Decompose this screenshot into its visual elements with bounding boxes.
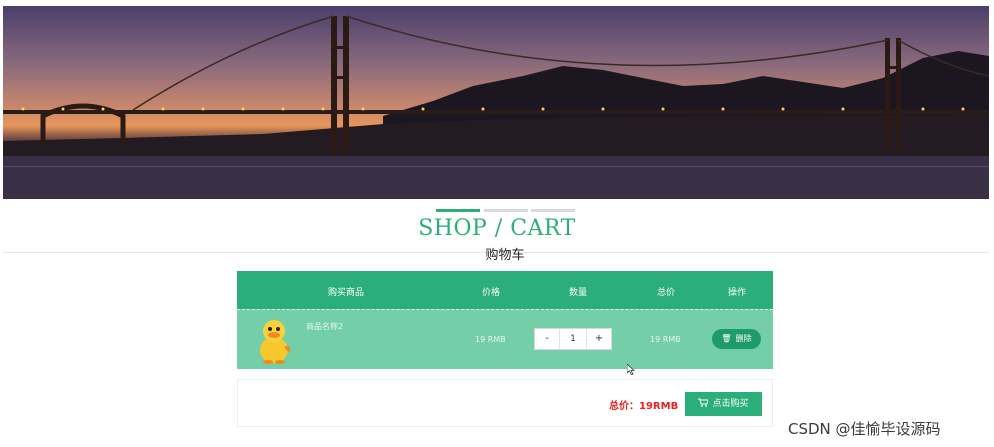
cart-row: 商品名称2 19 RMB - 1 + 19 RMB 🗑 删除 [237,309,773,369]
grand-total: 总价：19RMB [609,401,679,412]
qty-plus-button[interactable]: + [586,329,611,349]
mouse-cursor-icon [627,364,635,375]
trash-icon: 🗑 [721,334,732,343]
header-qty: 数量 [569,288,588,298]
delete-label: 删除 [735,334,752,343]
cart-summary: 总价：19RMB 点击购买 [237,379,773,427]
line-total: 19 RMB [650,335,681,344]
qty-input[interactable]: 1 [559,329,587,349]
watermark: CSDN @佳愉毕设源码 [788,420,941,438]
page-title-zh: 购物车 [485,248,525,263]
buy-label: 点击购买 [712,399,749,409]
product-price: 19 RMB [475,335,506,344]
buy-button[interactable]: 点击购买 [685,392,762,416]
hero-banner [3,6,989,199]
bridge-photo [3,15,989,199]
duck-product-image[interactable] [256,317,292,365]
slide-indicator-2[interactable] [484,209,528,212]
delete-button[interactable]: 🗑 删除 [712,329,761,349]
header-total: 总价 [657,288,676,298]
qty-minus-button[interactable]: - [535,329,560,349]
header-price: 价格 [482,288,501,298]
cart-icon [698,398,710,407]
slide-indicator-3[interactable] [531,209,575,212]
page-title-en: SHOP / CART [418,216,576,241]
quantity-stepper: - 1 + [534,328,612,350]
cart-table-header: 购买商品 价格 数量 总价 操作 [237,271,773,309]
product-name[interactable]: 商品名称2 [306,321,343,332]
header-action: 操作 [728,288,747,298]
header-product: 购买商品 [328,288,365,298]
slide-indicator-active[interactable] [436,209,480,212]
